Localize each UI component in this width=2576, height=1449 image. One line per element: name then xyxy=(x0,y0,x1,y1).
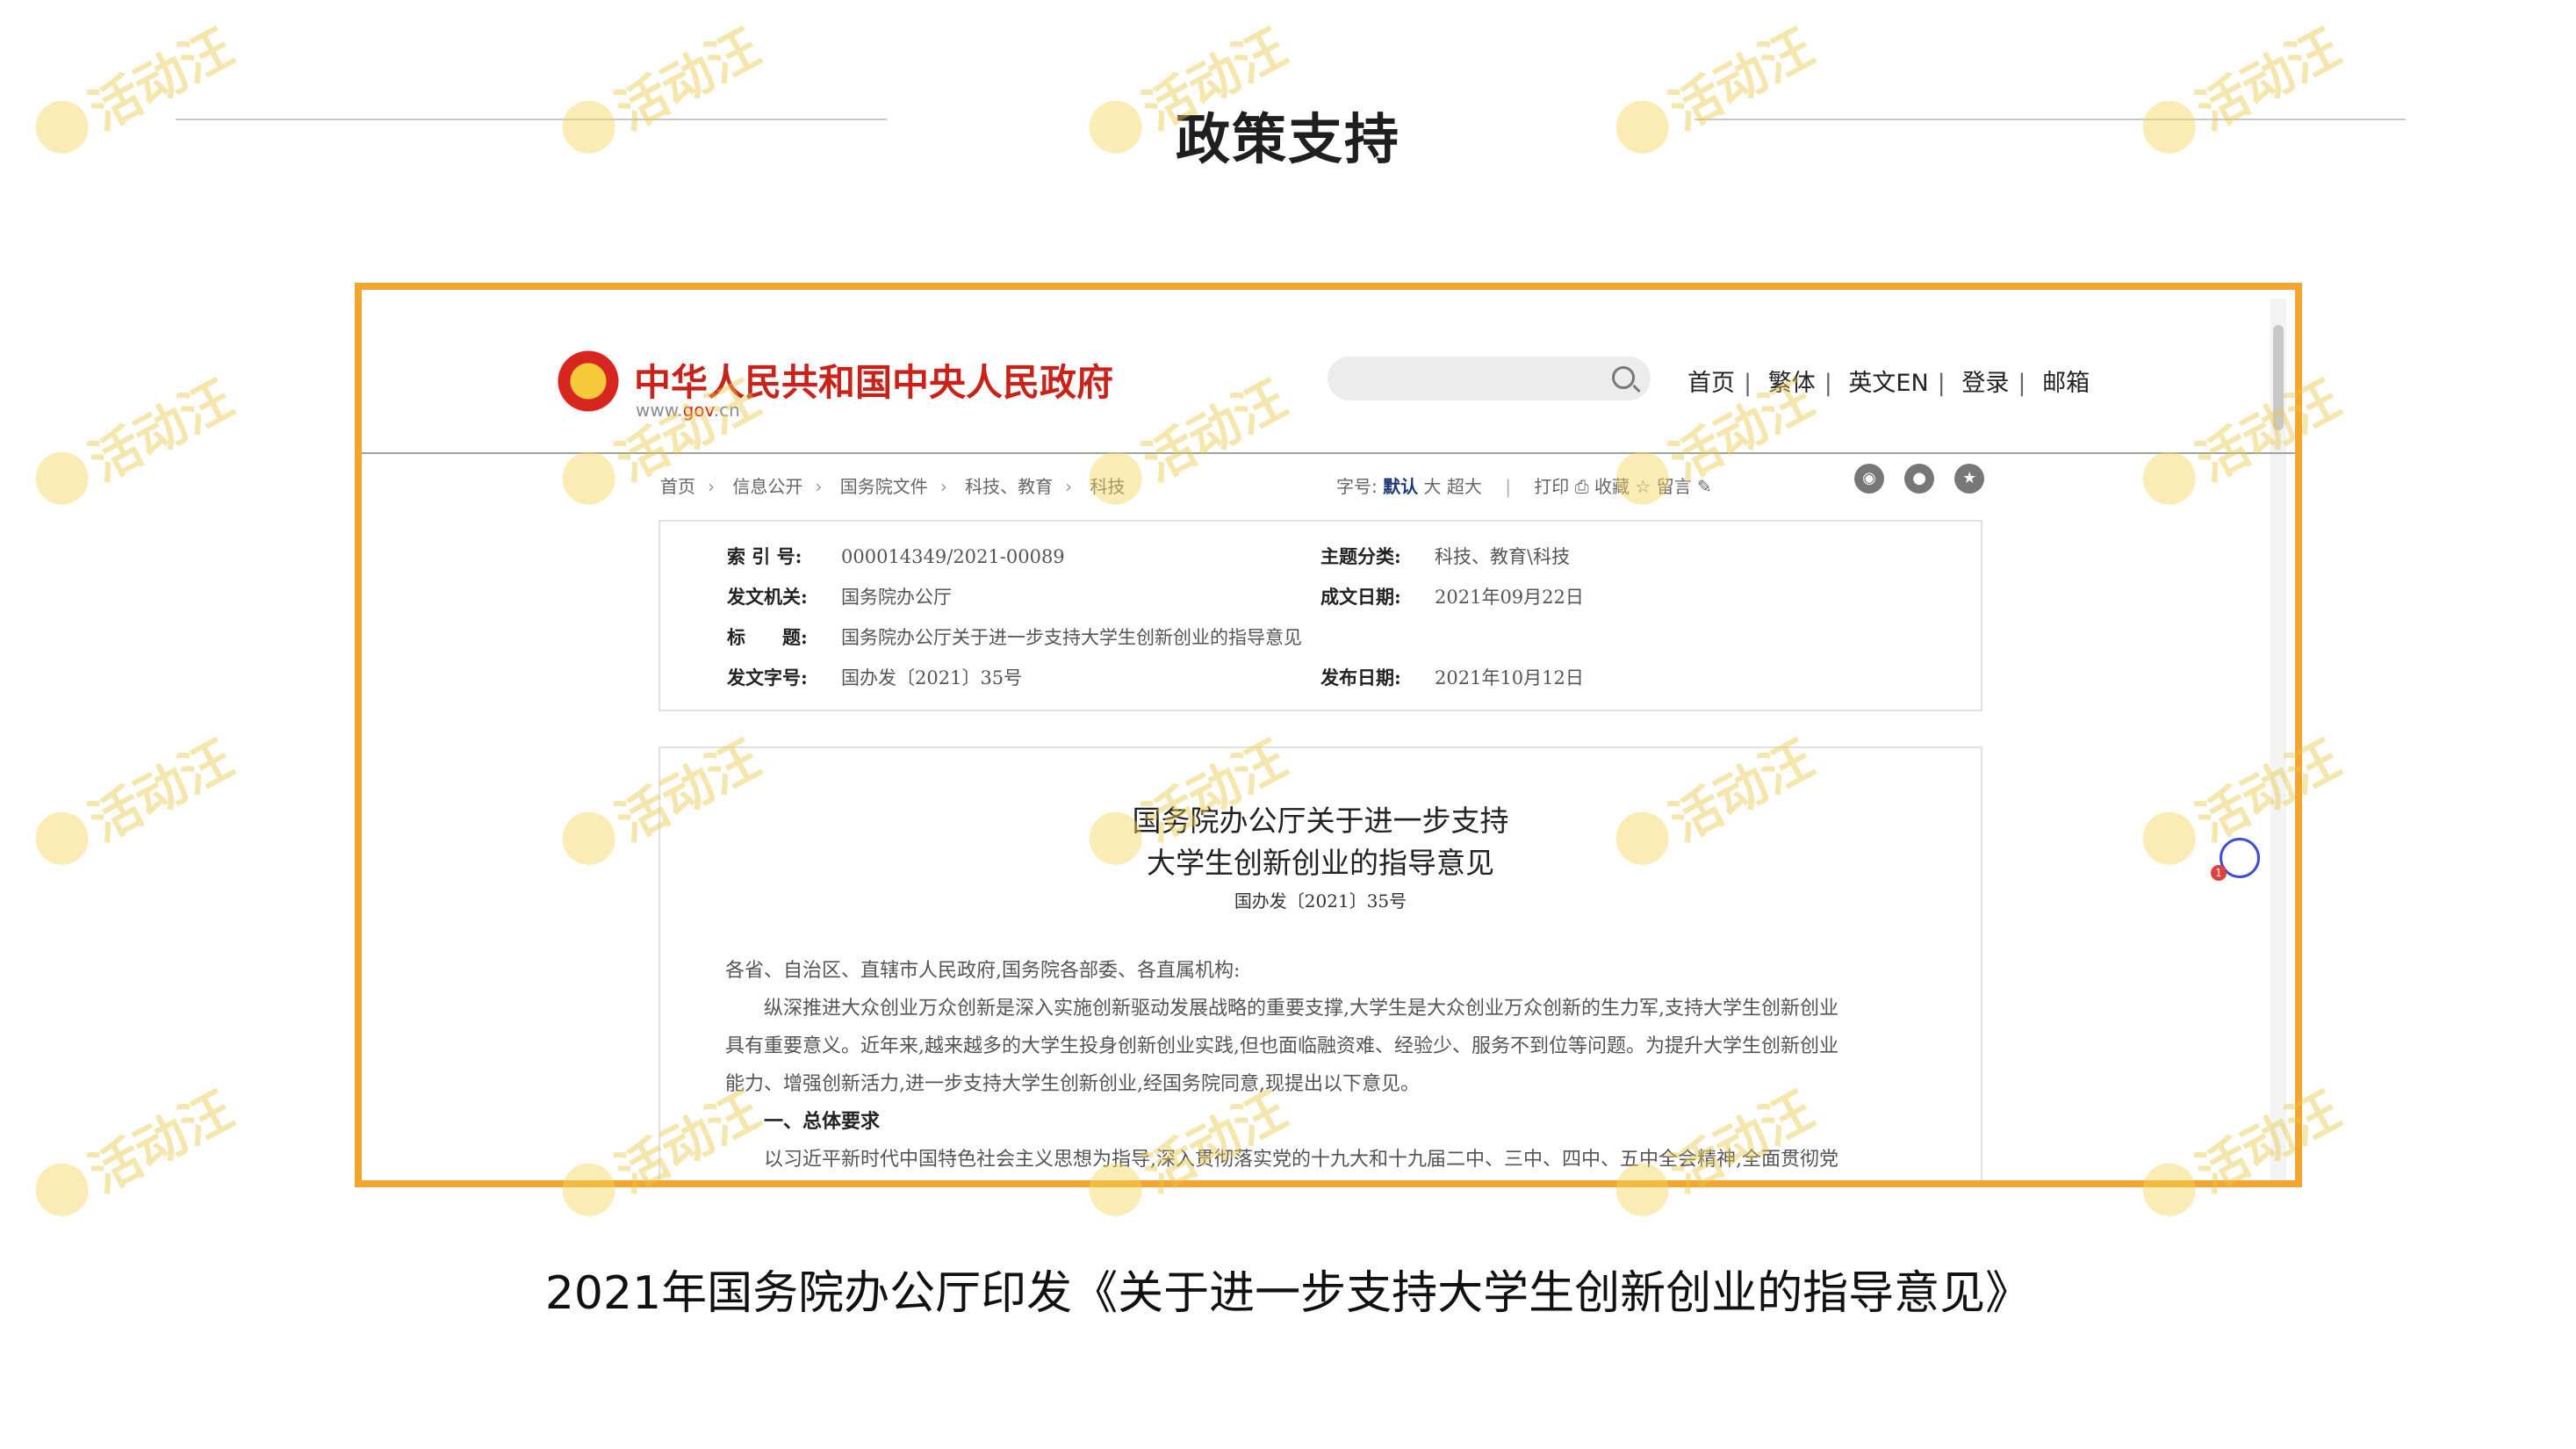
doc-title-line2: 大学生创新创业的指导意见 xyxy=(1147,846,1494,880)
scrollbar[interactable] xyxy=(2270,299,2286,1180)
doc-salutation: 各省、自治区、直辖市人民政府,国务院各部委、各直属机构: xyxy=(725,960,1241,982)
nav-mail[interactable]: 邮箱 xyxy=(2042,370,2090,397)
meta-title-label: 标 题: xyxy=(727,626,808,648)
meta-category-value: 科技、教育\科技 xyxy=(1435,546,1571,567)
document-meta: 索 引 号: 000014349/2021-00089 主题分类: 科技、教育\科技… xyxy=(658,520,1982,711)
meta-publish-value: 2021年10月12日 xyxy=(1435,667,1584,688)
font-xlarge[interactable]: 超大 xyxy=(1447,476,1482,497)
site-url-domain: gov xyxy=(682,400,714,421)
crumb-home[interactable]: 首页 xyxy=(660,476,695,497)
slide-title: 政策支持 xyxy=(1175,107,1400,171)
site-url-suffix: .cn xyxy=(713,400,740,421)
site-url-prefix: www. xyxy=(636,400,683,421)
crumb-docs[interactable]: 国务院文件 xyxy=(840,476,928,497)
watermark: 活动汪 xyxy=(21,1070,243,1235)
doc-para2: 以习近平新时代中国特色社会主义思想为指导,深入贯彻落实党的十九大和十九届二中、三… xyxy=(725,1149,1838,1171)
watermark: 活动汪 xyxy=(21,718,243,883)
meta-docno-label: 发文字号: xyxy=(727,667,808,688)
document-body: 国务院办公厅关于进一步支持 大学生创新创业的指导意见 国办发〔2021〕35号 … xyxy=(658,746,1982,1180)
watermark: 活动汪 xyxy=(21,358,243,523)
screenshot-frame: 中华人民共和国中央人民政府 www.gov.cn 首页 | 繁体 | 英文EN | 登… xyxy=(355,283,2302,1187)
nav-home[interactable]: 首页 xyxy=(1687,370,1735,397)
search-icon[interactable] xyxy=(1612,366,1635,389)
doc-number: 国办发〔2021〕35号 xyxy=(1234,890,1407,912)
nav-traditional[interactable]: 繁体 xyxy=(1768,370,1816,397)
share-bar: ◉ ● ★ xyxy=(1854,464,2000,494)
meta-issuer-value: 国务院办公厅 xyxy=(841,587,952,608)
font-size-label: 字号: xyxy=(1336,476,1378,497)
weibo-icon[interactable]: ◉ xyxy=(1854,464,1884,494)
search-input[interactable] xyxy=(1328,357,1651,400)
nav-english[interactable]: 英文EN xyxy=(1848,370,1928,397)
crumb-sci[interactable]: 科技 xyxy=(1090,476,1125,497)
doc-para1-line1: 纵深推进大众创业万众创新是深入实施创新驱动发展战略的重要支撑,大学生是大众创业万… xyxy=(725,998,1838,1020)
meta-title-value: 国务院办公厅关于进一步支持大学生创新创业的指导意见 xyxy=(841,627,1302,648)
meta-index-value: 000014349/2021-00089 xyxy=(841,546,1065,567)
favorite-button[interactable]: 收藏 xyxy=(1594,476,1630,497)
crumb-info[interactable]: 信息公开 xyxy=(732,476,802,497)
notification-badge: 1 xyxy=(2211,865,2227,881)
print-button[interactable]: 打印 xyxy=(1534,476,1569,497)
meta-issuer-label: 发文机关: xyxy=(727,586,808,608)
meta-index-label: 索 引 号: xyxy=(727,545,802,567)
crumb-sci-edu[interactable]: 科技、教育 xyxy=(965,476,1053,497)
meta-category-label: 主题分类: xyxy=(1320,545,1401,567)
site-name[interactable]: 中华人民共和国中央人民政府 xyxy=(634,353,1113,407)
doc-title-line1: 国务院办公厅关于进一步支持 xyxy=(1132,804,1509,838)
site-url: www.gov.cn xyxy=(636,400,740,421)
star-icon[interactable]: ★ xyxy=(1954,464,1985,494)
scroll-thumb[interactable] xyxy=(2273,325,2284,430)
meta-docno-value: 国办发〔2021〕35号 xyxy=(841,667,1023,688)
font-large[interactable]: 大 xyxy=(1423,476,1441,497)
meta-written-label: 成文日期: xyxy=(1320,586,1401,608)
national-emblem-icon xyxy=(557,350,620,420)
nav-login[interactable]: 登录 xyxy=(1961,370,2009,397)
slide-caption: 2021年国务院办公厅印发《关于进一步支持大学生创新创业的指导意见》 xyxy=(544,1267,2032,1320)
wechat-icon[interactable]: ● xyxy=(1904,464,1935,494)
comment-button[interactable]: 留言 xyxy=(1657,476,1692,497)
doc-para1-line2: 具有重要意义。近年来,越来越多的大学生投身创新创业实践,但也面临融资难、经验少、… xyxy=(725,1035,1838,1057)
breadcrumb: 首页 › 信息公开 › 国务院文件 › 科技、教育 › 科技 xyxy=(660,476,1126,497)
nav-divider xyxy=(362,452,2295,454)
meta-written-value: 2021年09月22日 xyxy=(1435,587,1584,608)
meta-publish-label: 发布日期: xyxy=(1320,667,1401,688)
page-tools: 字号: 默认 大 超大 | 打印 ⎙ 收藏 ☆ 留言 ✎ xyxy=(1336,476,1712,497)
top-nav: 首页 | 繁体 | 英文EN | 登录 | 邮箱 xyxy=(1687,370,2090,397)
font-default[interactable]: 默认 xyxy=(1383,476,1418,497)
doc-section1: 一、总体要求 xyxy=(725,1110,881,1133)
doc-para1-line3: 能力、增强创新活力,进一步支持大学生创新创业,经国务院同意,现提出以下意见。 xyxy=(725,1073,1420,1095)
